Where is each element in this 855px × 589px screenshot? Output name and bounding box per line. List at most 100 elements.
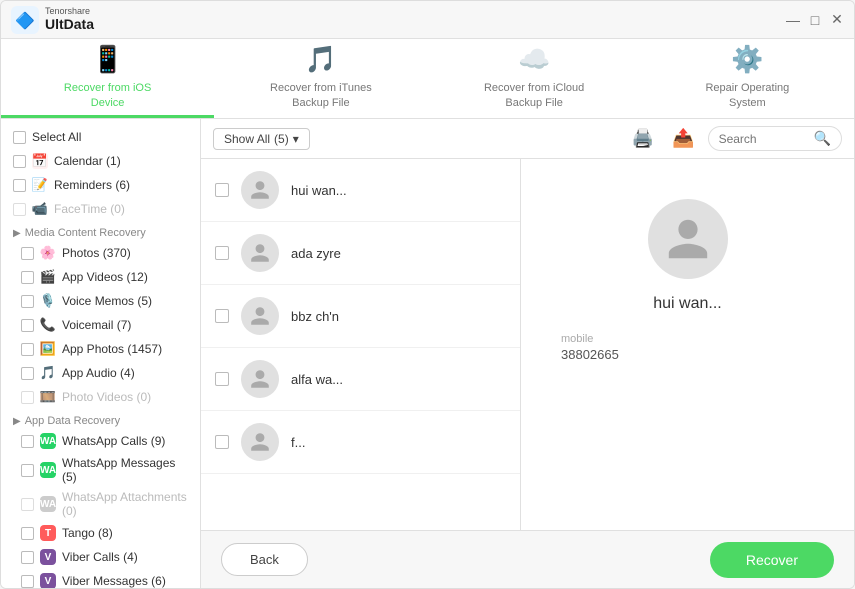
expand-app-data-icon: ▶ (13, 416, 21, 427)
back-button[interactable]: Back (221, 543, 308, 576)
contact-row-5[interactable]: f... (201, 411, 520, 474)
sidebar-item-whatsapp-messages[interactable]: WA WhatsApp Messages (5) (1, 453, 200, 487)
photos-label: Photos (370) (62, 246, 131, 260)
voice-memos-checkbox[interactable] (21, 295, 34, 308)
contact-3-checkbox[interactable] (215, 309, 229, 323)
reminders-checkbox[interactable] (13, 179, 26, 192)
bottom-bar: Back Recover (201, 530, 854, 588)
search-box[interactable]: 🔍 (708, 126, 842, 151)
detail-avatar (648, 199, 728, 279)
content-area: Show All (5) ▾ 🖨️ 📤 🔍 (201, 119, 854, 588)
close-button[interactable]: ✕ (830, 13, 844, 27)
whatsapp-calls-icon: WA (40, 433, 56, 449)
person-icon (249, 242, 271, 264)
voice-memos-label: Voice Memos (5) (62, 294, 152, 308)
app-photos-checkbox[interactable] (21, 343, 34, 356)
chevron-down-icon: ▾ (293, 132, 299, 146)
maximize-button[interactable]: □ (808, 13, 822, 27)
contact-4-checkbox[interactable] (215, 372, 229, 386)
sidebar-item-app-videos[interactable]: 🎬 App Videos (12) (1, 265, 200, 289)
app-photos-icon: 🖼️ (40, 341, 56, 357)
detail-panel: hui wan... mobile 38802665 (521, 159, 854, 530)
whatsapp-attachments-checkbox[interactable] (21, 498, 34, 511)
contact-2-avatar (241, 234, 279, 272)
contact-1-name: hui wan... (291, 183, 347, 198)
sidebar-item-reminders[interactable]: 📝 Reminders (6) (1, 173, 200, 197)
sidebar-item-facetime[interactable]: 📹 FaceTime (0) (1, 197, 200, 221)
search-icon: 🔍 (814, 130, 831, 147)
app-videos-checkbox[interactable] (21, 271, 34, 284)
contact-row-2[interactable]: ada zyre (201, 222, 520, 285)
contact-1-checkbox[interactable] (215, 183, 229, 197)
export-button[interactable]: 📤 (667, 126, 699, 151)
sidebar-item-photo-videos[interactable]: 🎞️ Photo Videos (0) (1, 385, 200, 409)
sidebar-item-app-photos[interactable]: 🖼️ App Photos (1457) (1, 337, 200, 361)
app-audio-label: App Audio (4) (62, 366, 135, 380)
app-videos-label: App Videos (12) (62, 270, 148, 284)
contact-row-3[interactable]: bbz ch'n (201, 285, 520, 348)
app-window: 🔷 Tenorshare UltData — □ ✕ 📱 Recover fro… (0, 0, 855, 589)
show-all-count: (5) (274, 132, 289, 146)
media-section-header: ▶ Media Content Recovery (1, 221, 200, 241)
whatsapp-messages-checkbox[interactable] (21, 464, 34, 477)
voice-memos-icon: 🎙️ (40, 293, 56, 309)
show-all-button[interactable]: Show All (5) ▾ (213, 128, 310, 150)
whatsapp-attachments-icon: WA (40, 496, 56, 512)
detail-field-value: 38802665 (561, 347, 619, 362)
viber-messages-checkbox[interactable] (21, 575, 34, 588)
person-icon (249, 431, 271, 453)
sidebar-item-whatsapp-calls[interactable]: WA WhatsApp Calls (9) (1, 429, 200, 453)
nav-item-ios-device[interactable]: 📱 Recover from iOSDevice (1, 39, 214, 118)
sidebar-select-all[interactable]: Select All (1, 125, 200, 149)
voicemail-checkbox[interactable] (21, 319, 34, 332)
sidebar-item-viber-calls[interactable]: V Viber Calls (4) (1, 545, 200, 569)
person-icon (249, 179, 271, 201)
show-all-label: Show All (224, 132, 270, 146)
nav-label-ios-device: Recover from iOSDevice (64, 81, 151, 110)
calendar-checkbox[interactable] (13, 155, 26, 168)
facetime-checkbox[interactable] (13, 203, 26, 216)
nav-item-icloud-backup[interactable]: ☁️ Recover from iCloudBackup File (428, 39, 641, 118)
contact-2-checkbox[interactable] (215, 246, 229, 260)
select-all-label: Select All (32, 130, 81, 144)
tango-checkbox[interactable] (21, 527, 34, 540)
sidebar-item-voice-memos[interactable]: 🎙️ Voice Memos (5) (1, 289, 200, 313)
photos-icon: 🌸 (40, 245, 56, 261)
contact-row-4[interactable]: alfa wa... (201, 348, 520, 411)
sidebar: Select All 📅 Calendar (1) 📝 Reminders (6… (1, 119, 201, 588)
person-icon (249, 305, 271, 327)
reminders-label: Reminders (6) (54, 178, 130, 192)
recover-button[interactable]: Recover (710, 542, 834, 578)
photo-videos-checkbox[interactable] (21, 391, 34, 404)
search-input[interactable] (719, 132, 809, 146)
detail-field-label: mobile (561, 333, 814, 345)
sidebar-item-tango[interactable]: T Tango (8) (1, 521, 200, 545)
person-icon (249, 368, 271, 390)
app-audio-checkbox[interactable] (21, 367, 34, 380)
sidebar-item-voicemail[interactable]: 📞 Voicemail (7) (1, 313, 200, 337)
nav-label-icloud: Recover from iCloudBackup File (484, 81, 584, 110)
icloud-icon: ☁️ (518, 44, 550, 75)
sidebar-item-whatsapp-attachments[interactable]: WA WhatsApp Attachments (0) (1, 487, 200, 521)
sidebar-item-photos[interactable]: 🌸 Photos (370) (1, 241, 200, 265)
content-toolbar: Show All (5) ▾ 🖨️ 📤 🔍 (201, 119, 854, 159)
photos-checkbox[interactable] (21, 247, 34, 260)
contact-row-1[interactable]: hui wan... (201, 159, 520, 222)
nav-item-itunes-backup[interactable]: 🎵 Recover from iTunesBackup File (214, 39, 427, 118)
sidebar-item-app-audio[interactable]: 🎵 App Audio (4) (1, 361, 200, 385)
print-button[interactable]: 🖨️ (627, 126, 659, 151)
viber-calls-checkbox[interactable] (21, 551, 34, 564)
nav-bar: 📱 Recover from iOSDevice 🎵 Recover from … (1, 39, 854, 119)
export-icon: 📤 (672, 128, 694, 148)
sidebar-item-calendar[interactable]: 📅 Calendar (1) (1, 149, 200, 173)
nav-item-repair-os[interactable]: ⚙️ Repair OperatingSystem (641, 39, 854, 118)
app-logo: 🔷 Tenorshare UltData (11, 6, 94, 34)
whatsapp-calls-checkbox[interactable] (21, 435, 34, 448)
voicemail-label: Voicemail (7) (62, 318, 131, 332)
brand-bottom: UltData (45, 17, 94, 32)
contact-5-checkbox[interactable] (215, 435, 229, 449)
select-all-checkbox[interactable] (13, 131, 26, 144)
contact-5-avatar (241, 423, 279, 461)
minimize-button[interactable]: — (786, 13, 800, 27)
sidebar-item-viber-messages[interactable]: V Viber Messages (6) (1, 569, 200, 588)
